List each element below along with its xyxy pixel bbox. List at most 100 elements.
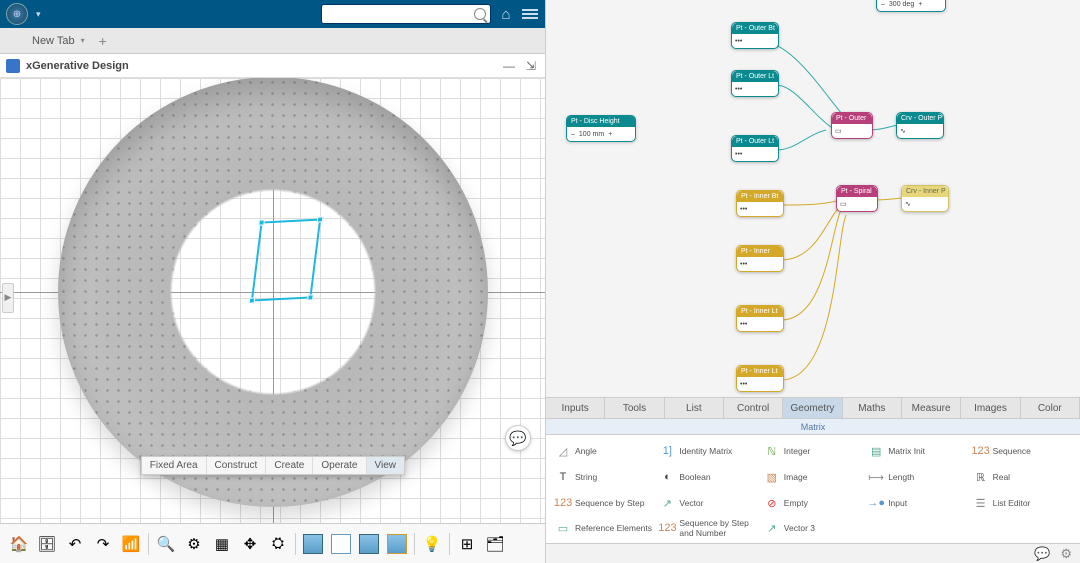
tool-identity[interactable]: 1]Identity Matrix <box>658 439 758 463</box>
tab-label: New Tab <box>32 35 75 47</box>
tab-tools[interactable]: Tools <box>605 398 664 418</box>
box-solid-icon[interactable] <box>300 531 326 557</box>
node-header: Pt - Outer Lt <box>732 136 778 147</box>
tool-input[interactable]: →●Input <box>867 491 967 515</box>
vector-icon: ↗ <box>659 495 675 511</box>
node-header: Crv - Outer P <box>897 113 943 124</box>
tab-add-button[interactable]: + <box>99 33 107 49</box>
handle-icon[interactable] <box>258 220 265 226</box>
box-shade-icon[interactable] <box>356 531 382 557</box>
menu-item-construct[interactable]: Construct <box>207 457 267 474</box>
node-canvas[interactable]: –300 deg+ Pt - Disc Height –100 mm+ Pt -… <box>546 0 1080 397</box>
node-header: Pt - Inner Lt <box>737 366 783 377</box>
tool-seq-step[interactable]: 123Sequence by Step <box>554 491 654 515</box>
tool-list-editor[interactable]: ☰List Editor <box>972 491 1072 515</box>
explode-icon[interactable]: ⊞ <box>454 531 480 557</box>
node-header: Pt - Inner <box>737 246 783 257</box>
catalog-icon[interactable]: 🗂 <box>482 531 508 557</box>
tool-seq-num[interactable]: 123Sequence by Step and Number <box>658 517 758 539</box>
tool-matrix-init[interactable]: ▤Matrix Init <box>867 439 967 463</box>
menu-item-fixed-area[interactable]: Fixed Area <box>142 457 207 474</box>
param-node-disc-height[interactable]: Pt - Disc Height –100 mm+ <box>566 115 636 142</box>
minimize-button[interactable]: — <box>501 59 517 73</box>
graph-node[interactable]: Pt - Outer Lt••• <box>731 70 779 97</box>
magnifier-icon[interactable]: 🔍 <box>153 531 179 557</box>
tab-measure[interactable]: Measure <box>902 398 961 418</box>
graph-node[interactable]: Pt - Outer Lt••• <box>731 135 779 162</box>
empty-icon: ⊘ <box>764 495 780 511</box>
tab-control[interactable]: Control <box>724 398 783 418</box>
matrix-icon: 1] <box>659 443 675 459</box>
search-input[interactable] <box>321 4 491 24</box>
string-icon: T <box>555 469 571 485</box>
tool-string[interactable]: TString <box>554 465 654 489</box>
image-icon: ▧ <box>764 469 780 485</box>
tool-vector[interactable]: ↗Vector <box>658 491 758 515</box>
graph-node[interactable]: Crv - Inner P∿ <box>901 185 949 212</box>
menu-item-create[interactable]: Create <box>266 457 313 474</box>
tab-maths[interactable]: Maths <box>843 398 902 418</box>
tool-boolean[interactable]: ◐Boolean <box>658 465 758 489</box>
tab-list[interactable]: List <box>665 398 724 418</box>
graph-node[interactable]: Pt - Outer Bt••• <box>731 22 779 49</box>
tool-empty[interactable]: ⊘Empty <box>763 491 863 515</box>
document-tab-bar: New Tab ▾ + <box>0 28 545 54</box>
compass-dropdown-caret[interactable]: ▾ <box>36 9 41 20</box>
settings-icon[interactable]: ⛭ <box>265 531 291 557</box>
graph-node[interactable]: Pt - Inner Bt••• <box>736 190 784 217</box>
tool-angle[interactable]: ◿Angle <box>554 439 654 463</box>
chat-bubble-icon[interactable]: 💬 <box>505 425 531 451</box>
lamp-icon[interactable]: 💡 <box>419 531 445 557</box>
gear-icon[interactable]: ⚙ <box>1060 546 1072 562</box>
sphere-icon[interactable]: ⚙ <box>181 531 207 557</box>
tab-images[interactable]: Images <box>961 398 1020 418</box>
tool-integer[interactable]: ℕInteger <box>763 439 863 463</box>
home-button[interactable]: 🏠 <box>6 531 32 557</box>
tool-image[interactable]: ▧Image <box>763 465 863 489</box>
graph-node[interactable]: Pt - Outer▭ <box>831 112 873 139</box>
menu-item-operate[interactable]: Operate <box>313 457 366 474</box>
handle-icon[interactable] <box>317 217 324 223</box>
viewport-canvas[interactable]: ▶ 💬 Fixed Area Construct Create Operate … <box>0 78 545 523</box>
node-header: Pt - Outer Lt <box>732 71 778 82</box>
redo-button[interactable]: ↷ <box>90 531 116 557</box>
tab-inputs[interactable]: Inputs <box>546 398 605 418</box>
checker-icon[interactable]: ▦ <box>209 531 235 557</box>
database-icon[interactable]: 🗄 <box>34 531 60 557</box>
search-icon <box>474 8 486 20</box>
handle-icon[interactable] <box>307 295 314 301</box>
comment-icon[interactable]: 💬 <box>1034 546 1050 562</box>
panel-expand-handle[interactable]: ▶ <box>2 283 14 313</box>
undo-button[interactable]: ↶ <box>62 531 88 557</box>
move-icon[interactable]: ✥ <box>237 531 263 557</box>
list-editor-icon: ☰ <box>973 495 989 511</box>
tab-geometry[interactable]: Geometry <box>783 398 842 418</box>
tool-length[interactable]: ⟼Length <box>867 465 967 489</box>
tool-real[interactable]: ℝReal <box>972 465 1072 489</box>
handle-icon[interactable] <box>249 298 256 304</box>
graph-node[interactable]: Pt - Inner Lt••• <box>736 305 784 332</box>
param-node-deg[interactable]: –300 deg+ <box>876 0 946 12</box>
hamburger-menu-icon[interactable] <box>521 5 539 23</box>
wifi-icon[interactable]: 📶 <box>118 531 144 557</box>
tab-color[interactable]: Color <box>1021 398 1080 418</box>
tools-tab-bar: Inputs Tools List Control Geometry Maths… <box>546 397 1080 419</box>
graph-node[interactable]: Pt - Inner Lt••• <box>736 365 784 392</box>
tool-vector3[interactable]: ↗Vector 3 <box>763 517 863 539</box>
graph-node[interactable]: Crv - Outer P∿ <box>896 112 944 139</box>
graph-node[interactable]: Pt - Spiral▭ <box>836 185 878 212</box>
reference-icon: ▭ <box>555 520 571 536</box>
graph-node[interactable]: Pt - Inner••• <box>736 245 784 272</box>
selection-frame[interactable] <box>251 219 321 302</box>
box-wire-icon[interactable] <box>328 531 354 557</box>
angle-icon: ◿ <box>555 443 571 459</box>
menu-item-view[interactable]: View <box>367 457 405 474</box>
tool-sequence[interactable]: 123Sequence <box>972 439 1072 463</box>
app-topbar: ⊕ ▾ ⌂ <box>0 0 545 28</box>
tool-reference[interactable]: ▭Reference Elements <box>554 517 654 539</box>
tag-icon[interactable]: ⌂ <box>497 5 515 23</box>
box-accent-icon[interactable] <box>384 531 410 557</box>
compass-icon[interactable]: ⊕ <box>6 3 28 25</box>
tab-new[interactable]: New Tab ▾ <box>32 35 85 47</box>
collapse-button[interactable]: ⇲ <box>523 59 539 73</box>
